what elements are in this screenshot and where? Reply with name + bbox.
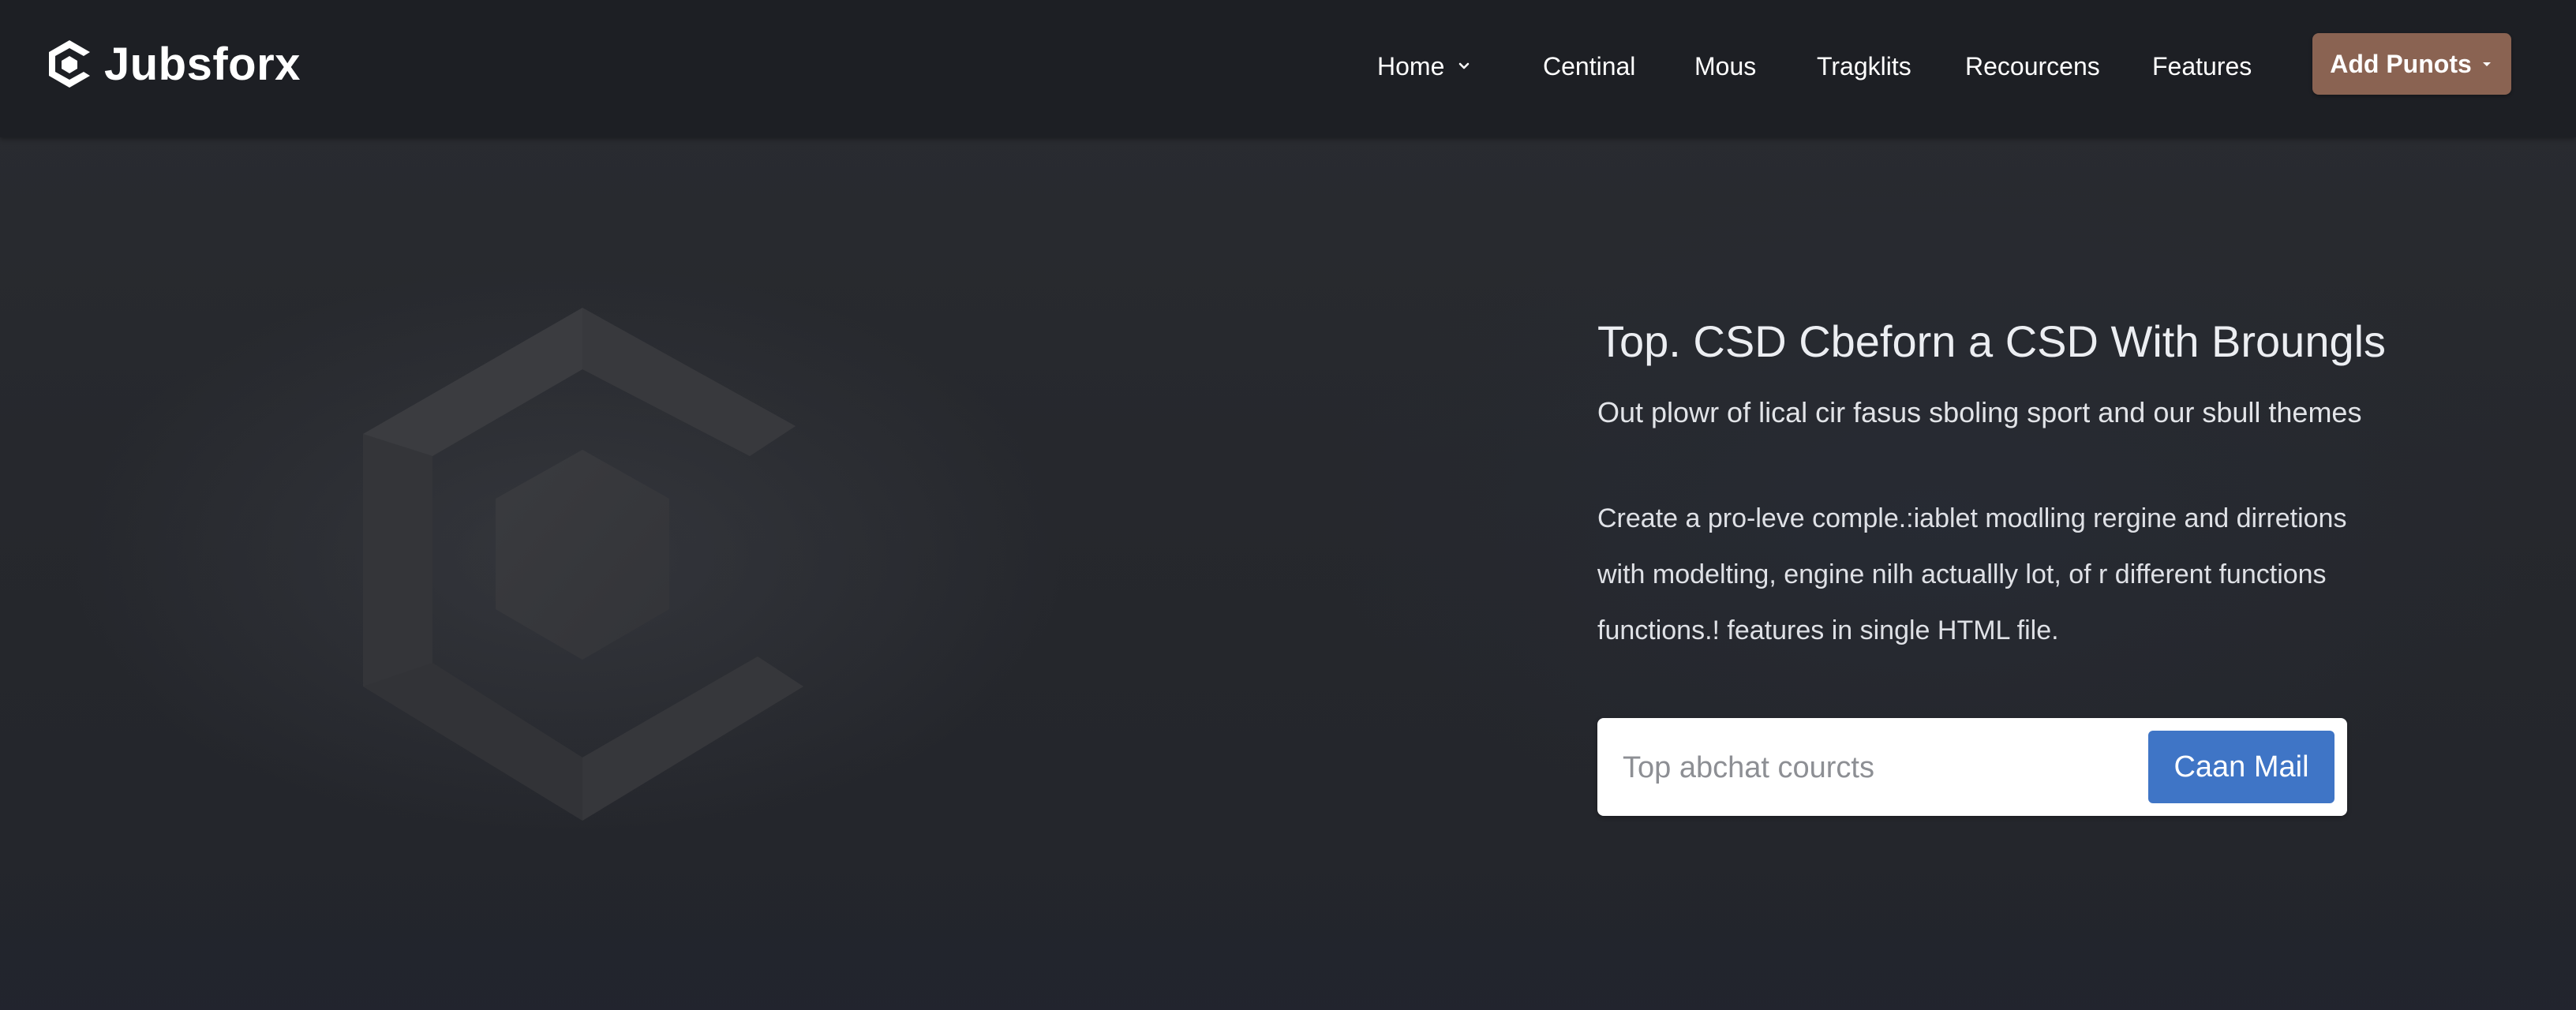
caan-mail-button[interactable]: Caan Mail: [2148, 731, 2334, 803]
hero-bottom-shade: [0, 852, 2576, 1010]
nav-item-mous[interactable]: Mous: [1694, 49, 1756, 84]
nav-item-tragklits[interactable]: Tragklits: [1817, 49, 1911, 84]
search-input[interactable]: [1621, 742, 2114, 794]
hero-description: Create a pro-leve comple.:iablet moαllin…: [1597, 491, 2466, 659]
hero-subline: Out plowr of lical cir fasus sboling spo…: [1597, 396, 2362, 428]
hex-c-logo-icon: [347, 300, 821, 836]
description-line: Create a pro-leve comple.:iablet moαllin…: [1597, 503, 2347, 533]
hero-headline: Top. CSD Cbeforn a CSD With Broungls: [1597, 316, 2387, 366]
nav-item-recourcens[interactable]: Recourcens: [1965, 49, 2100, 84]
brand-logo-icon: [47, 39, 92, 89]
chevron-down-icon: [1455, 58, 1473, 75]
nav-item-label: Home: [1377, 52, 1445, 80]
nav-item-centinal[interactable]: Centinal: [1543, 49, 1635, 84]
nav-item-label: Features: [2152, 52, 2252, 80]
nav-item-home[interactable]: Home: [1377, 49, 1473, 84]
add-punots-button[interactable]: Add Punots: [2312, 33, 2511, 95]
caret-down-icon: [2480, 57, 2494, 71]
nav-item-label: Recourcens: [1965, 52, 2100, 80]
search-form: Caan Mail: [1597, 718, 2347, 816]
nav-item-features[interactable]: Features: [2152, 49, 2252, 84]
nav-item-label: Tragklits: [1817, 52, 1911, 80]
brand[interactable]: Jubsforx: [47, 36, 301, 92]
cta-label: Add Punots: [2330, 49, 2472, 78]
nav-item-label: Mous: [1694, 52, 1757, 80]
description-line: functions.! features in single HTML file…: [1597, 615, 2059, 645]
top-navbar: Jubsforx Home Centinal Mous Tragklits Re…: [0, 0, 2576, 137]
nav-item-label: Centinal: [1543, 52, 1636, 80]
description-line: with modelting, engine nilh actuallly lo…: [1597, 559, 2327, 589]
brand-name: Jubsforx: [104, 38, 301, 90]
